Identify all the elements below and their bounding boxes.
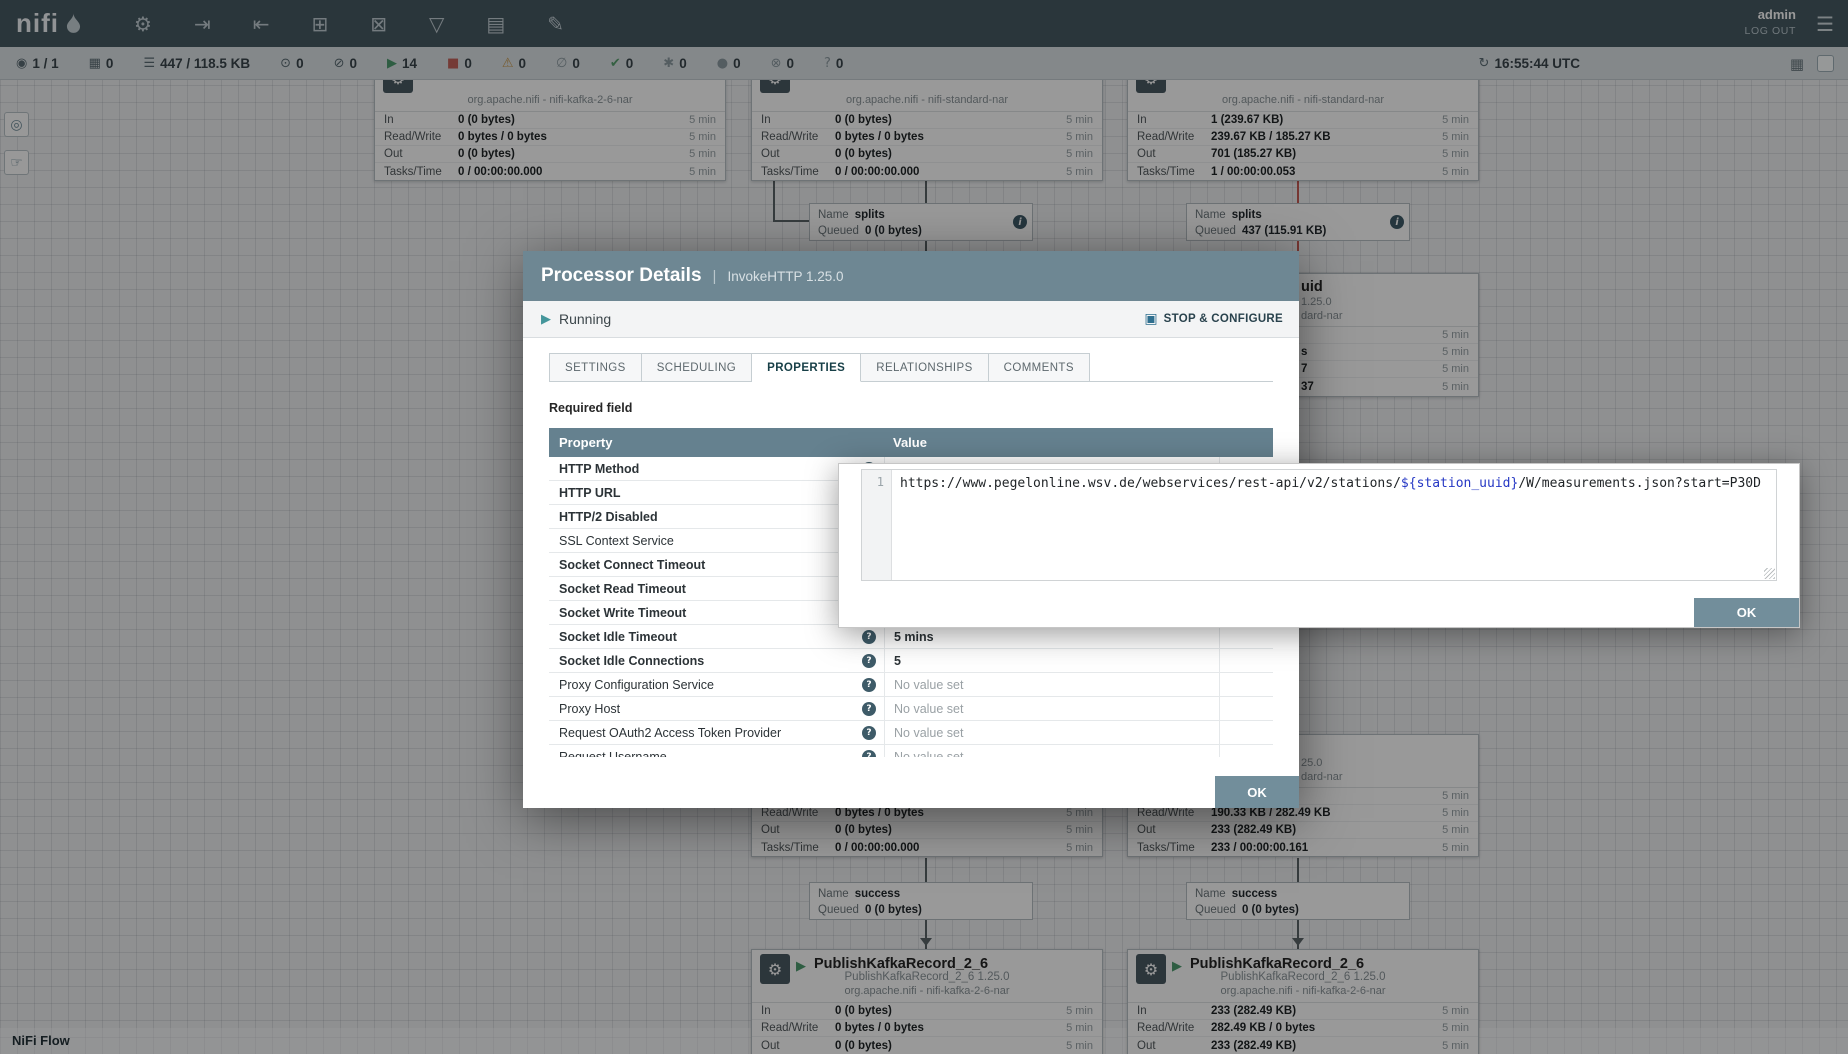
- property-row[interactable]: Proxy Configuration Service? No value set: [549, 673, 1273, 697]
- help-icon[interactable]: ?: [862, 726, 876, 740]
- property-value[interactable]: 5 mins: [884, 625, 1220, 648]
- property-label: Request OAuth2 Access Token Provider: [559, 726, 781, 740]
- dialog-header: Processor Details | InvokeHTTP 1.25.0: [523, 251, 1299, 301]
- property-label: Socket Idle Connections: [559, 654, 704, 668]
- property-label: Socket Idle Timeout: [559, 630, 677, 644]
- help-icon[interactable]: ?: [862, 630, 876, 644]
- property-label: Proxy Host: [559, 702, 620, 716]
- property-column-header: Property: [549, 435, 884, 450]
- dialog-status-row: ▶ Running ▣ STOP & CONFIGURE: [523, 301, 1299, 338]
- stop-configure-icon: ▣: [1144, 311, 1157, 327]
- dialog-ok-button[interactable]: OK: [1215, 776, 1299, 808]
- property-value[interactable]: No value set: [884, 721, 1220, 744]
- value-editor-popup: 1 https://www.pegelonline.wsv.de/webserv…: [838, 463, 1800, 628]
- property-row[interactable]: Request Username? No value set: [549, 745, 1273, 757]
- el-variable: station_uuid: [1417, 476, 1511, 491]
- value-column-header: Value: [884, 435, 927, 450]
- property-row[interactable]: Socket Idle Connections? 5: [549, 649, 1273, 673]
- required-field-note: Required field: [549, 401, 632, 415]
- tab-settings[interactable]: SETTINGS: [549, 353, 642, 382]
- property-label: Socket Connect Timeout: [559, 558, 705, 572]
- editor-code-line[interactable]: https://www.pegelonline.wsv.de/webservic…: [892, 470, 1776, 580]
- properties-table-header: Property Value: [549, 428, 1273, 457]
- tab-properties[interactable]: PROPERTIES: [752, 353, 861, 382]
- tab-scheduling[interactable]: SCHEDULING: [642, 353, 752, 382]
- property-label: HTTP Method: [559, 462, 639, 476]
- property-label: HTTP/2 Disabled: [559, 510, 658, 524]
- editor-ok-button[interactable]: OK: [1694, 598, 1799, 627]
- help-icon[interactable]: ?: [862, 678, 876, 692]
- dialog-title-separator: |: [713, 268, 717, 285]
- property-row[interactable]: Socket Idle Timeout? 5 mins: [549, 625, 1273, 649]
- value-editor[interactable]: 1 https://www.pegelonline.wsv.de/webserv…: [861, 469, 1777, 581]
- dialog-tabs: SETTINGS SCHEDULING PROPERTIES RELATIONS…: [549, 353, 1273, 382]
- tab-relationships[interactable]: RELATIONSHIPS: [861, 353, 988, 382]
- help-icon[interactable]: ?: [862, 750, 876, 758]
- url-text: /W/measurements.json?start=P30D: [1518, 476, 1761, 491]
- property-label: HTTP URL: [559, 486, 621, 500]
- property-row[interactable]: Proxy Host? No value set: [549, 697, 1273, 721]
- property-label: SSL Context Service: [559, 534, 674, 548]
- tab-comments[interactable]: COMMENTS: [989, 353, 1090, 382]
- url-text: https://www.pegelonline.wsv.de/webservic…: [900, 476, 1401, 491]
- status-label: Running: [559, 311, 611, 327]
- dialog-subtitle: InvokeHTTP 1.25.0: [727, 269, 843, 284]
- property-value[interactable]: 5: [884, 649, 1220, 672]
- running-status-icon: ▶: [541, 312, 551, 327]
- property-label: Request Username: [559, 750, 667, 758]
- line-number: 1: [877, 475, 884, 489]
- help-icon[interactable]: ?: [862, 654, 876, 668]
- stop-configure-label: STOP & CONFIGURE: [1164, 313, 1283, 325]
- nifi-app: Namesplits Queued0 (0 bytes) i Namesplit…: [0, 0, 1848, 1054]
- property-label: Socket Write Timeout: [559, 606, 686, 620]
- property-value[interactable]: No value set: [884, 697, 1220, 720]
- property-label: Proxy Configuration Service: [559, 678, 714, 692]
- stop-and-configure-button[interactable]: ▣ STOP & CONFIGURE: [1144, 311, 1283, 327]
- property-value[interactable]: No value set: [884, 673, 1220, 696]
- property-value[interactable]: No value set: [884, 745, 1220, 757]
- el-open-bracket: ${: [1401, 476, 1417, 491]
- property-label: Socket Read Timeout: [559, 582, 686, 596]
- line-number-gutter: 1: [862, 470, 892, 580]
- dialog-title: Processor Details: [541, 265, 702, 287]
- property-row[interactable]: Request OAuth2 Access Token Provider? No …: [549, 721, 1273, 745]
- resize-handle[interactable]: [1764, 568, 1775, 579]
- help-icon[interactable]: ?: [862, 702, 876, 716]
